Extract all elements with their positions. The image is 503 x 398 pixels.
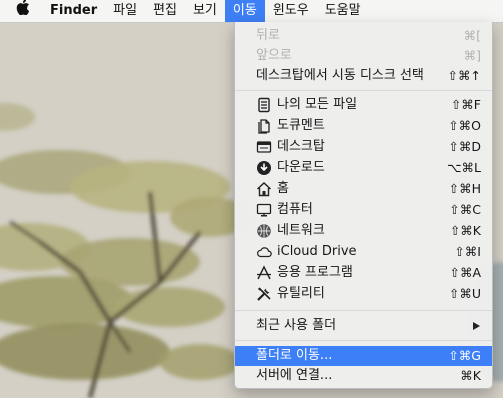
menu-item-shortcut: ⇧⌘A (449, 265, 481, 280)
menu-item-label: 다운로드 (277, 160, 325, 175)
apple-logo-icon (16, 0, 30, 23)
downloads-icon (256, 160, 272, 176)
utilities-icon (256, 286, 272, 302)
menu-item-shortcut: ⌘K (460, 368, 481, 383)
menu-item-downloads[interactable]: 다운로드 ⌥⌘L (235, 158, 492, 178)
menu-item-startup-disk[interactable]: 데스크탑에서 시동 디스크 선택 ⇧⌘↑ (235, 66, 492, 86)
menu-item-shortcut: ⌘] (463, 48, 481, 63)
menu-item-label: 네트워크 (277, 223, 325, 238)
menu-item-computer[interactable]: 컴퓨터 ⇧⌘C (235, 200, 492, 220)
menu-item-shortcut: ⇧⌘G (448, 348, 481, 363)
menu-item-label: 컴퓨터 (277, 202, 313, 217)
menu-item-network[interactable]: 네트워크 ⇧⌘K (235, 221, 492, 241)
menu-separator (235, 310, 492, 311)
menu-item-connect-server[interactable]: 서버에 연결... ⌘K (235, 366, 492, 386)
menu-finder[interactable]: Finder (42, 0, 105, 22)
menu-item-label: 앞으로 (256, 48, 292, 63)
menu-bar: Finder 파일 편집 보기 이동 윈도우 도움말 (0, 0, 503, 23)
menu-item-label: 최근 사용 폴더 (256, 318, 337, 333)
menu-item-label: 유틸리티 (277, 286, 325, 301)
menu-item-recent-folders[interactable]: 최근 사용 폴더 (235, 316, 492, 336)
menu-help[interactable]: 도움말 (317, 0, 369, 22)
menu-item-documents[interactable]: 도큐멘트 ⇧⌘O (235, 116, 492, 136)
network-icon (256, 223, 272, 239)
menu-item-shortcut: ⌥⌘L (447, 160, 481, 175)
menu-item-label: iCloud Drive (277, 244, 357, 259)
menu-item-label: 나의 모든 파일 (277, 97, 358, 112)
menu-item-shortcut: ⌘[ (463, 28, 481, 43)
menu-item-label: 폴더로 이동... (256, 348, 333, 363)
menu-item-label: 도큐멘트 (277, 118, 325, 133)
menu-item-utilities[interactable]: 유틸리티 ⇧⌘U (235, 284, 492, 304)
menu-item-shortcut: ⇧⌘K (449, 223, 481, 238)
menu-item-home[interactable]: 홈 ⇧⌘H (235, 179, 492, 199)
desktop-icon (256, 139, 272, 155)
menu-view[interactable]: 보기 (185, 0, 225, 22)
applications-icon (256, 265, 272, 281)
icloud-icon (256, 244, 272, 260)
menu-separator (235, 340, 492, 341)
menu-item-label: 데스크탑 (277, 139, 325, 154)
computer-icon (256, 202, 272, 218)
menu-item-shortcut: ⇧⌘U (448, 286, 481, 301)
menu-separator (235, 90, 492, 91)
menu-item-icloud-drive[interactable]: iCloud Drive ⇧⌘I (235, 242, 492, 262)
menu-item-label: 뒤로 (256, 28, 280, 43)
menu-item-shortcut: ⇧⌘C (449, 202, 481, 217)
menu-item-label: 데스크탑에서 시동 디스크 선택 (256, 68, 424, 83)
menu-item-go-to-folder[interactable]: 폴더로 이동... ⇧⌘G (235, 346, 492, 366)
submenu-arrow-icon (473, 322, 480, 330)
menu-item-back[interactable]: 뒤로 ⌘[ (235, 26, 492, 46)
menu-item-shortcut: ⇧⌘↑ (447, 68, 481, 83)
menu-item-desktop[interactable]: 데스크탑 ⇧⌘D (235, 137, 492, 157)
menu-item-label: 홈 (277, 181, 289, 196)
menu-item-shortcut: ⇧⌘H (448, 181, 481, 196)
menu-item-applications[interactable]: 응용 프로그램 ⇧⌘A (235, 263, 492, 283)
menu-item-shortcut: ⇧⌘I (454, 244, 481, 259)
menu-item-all-files[interactable]: 나의 모든 파일 ⇧⌘F (235, 95, 492, 115)
menu-window[interactable]: 윈도우 (265, 0, 317, 22)
menu-item-shortcut: ⇧⌘O (448, 118, 481, 133)
documents-icon (256, 118, 272, 134)
all-files-icon (256, 97, 272, 113)
menu-item-shortcut: ⇧⌘F (450, 97, 481, 112)
menu-file[interactable]: 파일 (105, 0, 145, 22)
menu-go[interactable]: 이동 (224, 0, 265, 22)
menu-item-shortcut: ⇧⌘D (448, 139, 481, 154)
home-icon (256, 181, 272, 197)
menu-edit[interactable]: 편집 (145, 0, 185, 22)
apple-menu[interactable] (0, 0, 42, 22)
go-menu-dropdown: 뒤로 ⌘[ 앞으로 ⌘] 데스크탑에서 시동 디스크 선택 ⇧⌘↑ 나의 모든 … (234, 22, 493, 389)
menu-item-forward[interactable]: 앞으로 ⌘] (235, 46, 492, 66)
menu-item-label: 응용 프로그램 (277, 265, 353, 280)
menu-item-label: 서버에 연결... (256, 368, 333, 383)
